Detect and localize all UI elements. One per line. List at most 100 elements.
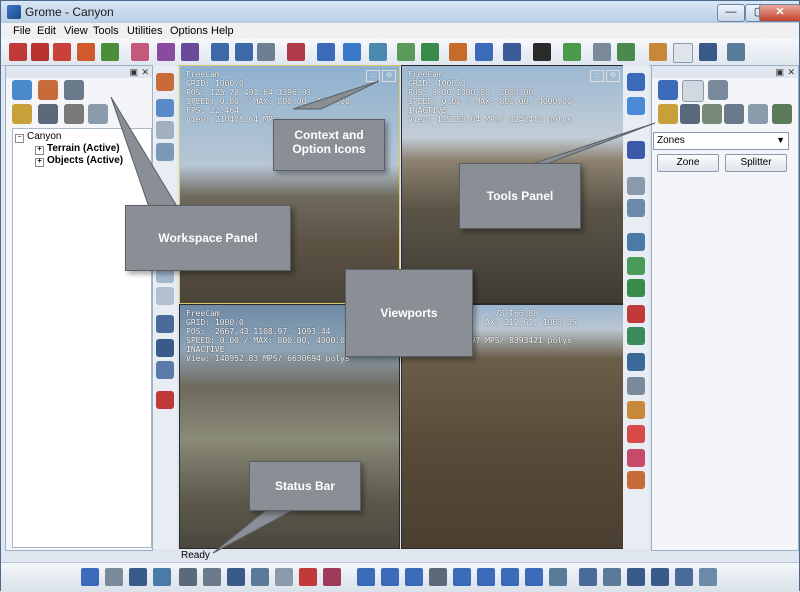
sky-preset-5-icon[interactable] <box>675 568 693 586</box>
pencil-icon[interactable] <box>627 233 645 251</box>
paint-layer-3-icon[interactable] <box>405 568 423 586</box>
download-icon[interactable] <box>179 568 197 586</box>
options-icon[interactable]: ⊙ <box>382 70 396 82</box>
terrain-fill-icon[interactable] <box>156 287 174 305</box>
light-tab-icon[interactable] <box>12 104 32 124</box>
table-icon[interactable] <box>156 361 174 379</box>
menu-options[interactable]: Options <box>170 25 208 37</box>
light-tools-tab-icon[interactable] <box>658 104 678 124</box>
remove-icon[interactable] <box>627 305 645 323</box>
zones-dropdown[interactable]: Zones ▼ <box>653 132 789 150</box>
sky-preset-1-icon[interactable] <box>579 568 597 586</box>
settings-tab-icon[interactable] <box>88 104 108 124</box>
vegetation-tab-icon[interactable] <box>772 104 792 124</box>
close-panel-icon[interactable]: ✕ <box>141 67 149 78</box>
magnet-icon[interactable] <box>77 43 95 61</box>
terrain-erode-icon[interactable] <box>156 143 174 161</box>
pin-icon[interactable]: ▣ <box>129 67 138 78</box>
grid-add-icon[interactable] <box>627 327 645 345</box>
scale-icon[interactable] <box>257 43 275 61</box>
sculpt-tab-icon[interactable] <box>680 104 700 124</box>
link-icon[interactable] <box>53 43 71 61</box>
paint-layer-4-icon[interactable] <box>429 568 447 586</box>
recycle-icon[interactable] <box>627 257 645 275</box>
menu-file[interactable]: File <box>13 25 31 37</box>
menu-view[interactable]: View <box>64 25 88 37</box>
magnet-tool-icon[interactable] <box>156 391 174 409</box>
objects-tab-icon[interactable] <box>64 80 84 100</box>
splitter-button[interactable]: Splitter <box>725 154 787 172</box>
stamp-icon[interactable] <box>627 471 645 489</box>
ungroup-icon[interactable] <box>421 43 439 61</box>
flower-icon[interactable] <box>627 449 645 467</box>
rotate-icon[interactable] <box>235 43 253 61</box>
close-panel-icon[interactable]: ✕ <box>787 67 795 78</box>
wave-icon[interactable] <box>627 97 645 115</box>
move-icon[interactable] <box>211 43 229 61</box>
spray-tab-icon[interactable] <box>724 104 744 124</box>
document-icon[interactable] <box>649 43 667 61</box>
collapse-icon[interactable]: − <box>15 134 24 143</box>
layers-tab-icon[interactable] <box>38 104 58 124</box>
menu-tools[interactable]: Tools <box>93 25 119 37</box>
blue-square-icon[interactable] <box>227 568 245 586</box>
monitor-icon[interactable] <box>156 339 174 357</box>
pin-icon[interactable]: ▣ <box>775 67 784 78</box>
distribute-icon[interactable] <box>475 43 493 61</box>
notes-icon[interactable] <box>699 43 717 61</box>
camera-icon[interactable] <box>503 43 521 61</box>
objects-tools-tab-icon[interactable] <box>708 80 728 100</box>
minimize-button[interactable]: — <box>717 4 745 22</box>
checker-icon[interactable] <box>275 568 293 586</box>
align-icon[interactable] <box>449 43 467 61</box>
paint-layer-8-icon[interactable] <box>525 568 543 586</box>
sky-preset-2-icon[interactable] <box>603 568 621 586</box>
paint-layer-5-icon[interactable] <box>453 568 471 586</box>
globe-tab-icon[interactable] <box>682 80 704 102</box>
terrain-smooth-icon[interactable] <box>156 121 174 139</box>
brush-icon[interactable] <box>131 43 149 61</box>
context-icon[interactable]: :: <box>366 70 380 82</box>
water-icon[interactable] <box>627 73 645 91</box>
preview-icon[interactable] <box>593 43 611 61</box>
terrain-flatten-icon[interactable] <box>156 99 174 117</box>
filter-tab-icon[interactable] <box>748 104 768 124</box>
select-add-icon[interactable] <box>343 43 361 61</box>
tree-item-objects[interactable]: + Objects (Active) <box>35 155 123 167</box>
paint-icon[interactable] <box>157 43 175 61</box>
menu-help[interactable]: Help <box>211 25 234 37</box>
tree-item-terrain[interactable]: + Terrain (Active) <box>35 143 120 155</box>
zone-button[interactable]: Zone <box>657 154 719 172</box>
rotate-grid-icon[interactable] <box>251 568 269 586</box>
menu-edit[interactable]: Edit <box>37 25 56 37</box>
paint-tab-icon[interactable] <box>38 80 58 100</box>
terrain-brush-icon[interactable] <box>156 73 174 91</box>
grid-icon[interactable] <box>156 315 174 333</box>
tree-root[interactable]: − Canyon <box>15 131 61 143</box>
landscape-icon[interactable] <box>129 568 147 586</box>
sky-preset-4-icon[interactable] <box>651 568 669 586</box>
drive-icon[interactable] <box>203 568 221 586</box>
snap-icon[interactable] <box>9 43 27 61</box>
sheet-icon[interactable] <box>627 177 645 195</box>
record-icon[interactable] <box>299 568 317 586</box>
select-remove-icon[interactable] <box>369 43 387 61</box>
paint-layer-9-icon[interactable] <box>549 568 567 586</box>
page-icon[interactable] <box>673 43 693 63</box>
transform-icon[interactable] <box>287 43 305 61</box>
terrain-preview-icon[interactable] <box>81 568 99 586</box>
context-icon[interactable]: :: <box>590 70 604 82</box>
paint-layer-6-icon[interactable] <box>477 568 495 586</box>
paint-multi-icon[interactable] <box>181 43 199 61</box>
sky-preset-6-icon[interactable] <box>699 568 717 586</box>
brush-tab-icon[interactable] <box>702 104 722 124</box>
paint-layer-7-icon[interactable] <box>501 568 519 586</box>
image-icon[interactable] <box>627 401 645 419</box>
layer-icon[interactable] <box>101 43 119 61</box>
books-tab-icon[interactable] <box>64 104 84 124</box>
options-icon[interactable]: ⊙ <box>606 70 620 82</box>
terrain-tools-tab-icon[interactable] <box>658 80 678 100</box>
zoom-icon[interactable] <box>727 43 745 61</box>
gradient-icon[interactable] <box>627 425 645 443</box>
brush-stroke-icon[interactable] <box>627 353 645 371</box>
